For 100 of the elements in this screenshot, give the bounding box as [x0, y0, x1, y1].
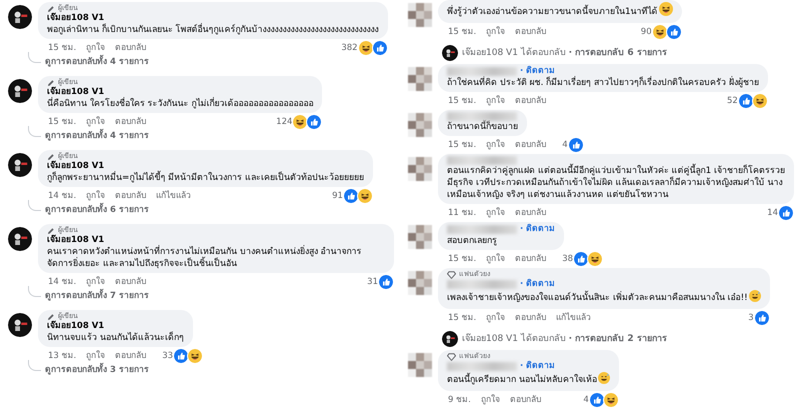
edited-label: แก้ไขแล้ว	[556, 312, 592, 324]
reaction-count[interactable]: 124	[276, 116, 292, 128]
timestamp[interactable]: 15 ชม.	[48, 116, 76, 128]
view-replies-link[interactable]: ดูการตอบกลับทั้ง 7 รายการ	[45, 290, 149, 302]
reaction-count[interactable]: 382	[341, 42, 358, 54]
follow-link[interactable]: · ติดตาม	[520, 279, 556, 290]
avatar	[8, 79, 32, 103]
laughing-face-icon	[587, 251, 604, 267]
avatar	[408, 157, 432, 181]
like-link[interactable]: ถูกใจ	[86, 42, 106, 54]
reply-link[interactable]: ตอบกลับ	[115, 276, 146, 288]
like-link[interactable]: ถูกใจ	[486, 95, 506, 107]
like-link[interactable]: ถูกใจ	[86, 116, 106, 128]
view-replies-link[interactable]: ดูการตอบกลับทั้ง 3 รายการ	[45, 364, 149, 376]
avatar	[408, 225, 432, 249]
author-name[interactable]: เจ๊มอย108 V1	[47, 235, 104, 246]
reaction-count[interactable]: 91	[332, 190, 343, 202]
reply-link[interactable]: ตอบกลับ	[515, 26, 546, 38]
like-icon	[173, 348, 190, 364]
follow-link[interactable]: · ติดตาม	[520, 361, 556, 372]
reply-link[interactable]: ตอบกลับ	[510, 394, 541, 406]
reply-link[interactable]: ตอบกลับ	[515, 312, 546, 324]
view-replies-link[interactable]: ดูการตอบกลับทั้ง 4 รายการ	[45, 130, 149, 142]
comment-text: พึ่งรู้ว่าตัวเองอ่านข้อความยาวขนาดนี้จบภายใน1นาทีได้	[447, 2, 673, 20]
like-icon	[588, 392, 605, 408]
comment-text: คนเราคาดหวังตำแหน่งหน้าที่การงานไม่เหมือนกัน บางคนตำแหน่งยิ่งสูง อำนาจการจัดการยิ่งเยอะ และลามไปถึงธุรกิจจะเป็นชิ้นเป็นอัน	[47, 246, 363, 270]
reply-link[interactable]: ตอบกลับ	[515, 207, 546, 219]
reaction-count[interactable]: 4	[562, 139, 568, 151]
like-icon	[666, 24, 682, 40]
comment-text: เพลงเจ้าชายเจ้าหญิงของใจแอนด์วันนั้นสินะ เพิ่มตัวละคนมาคือสนมนางใน เอ๋อ!!	[447, 290, 761, 306]
reply-link[interactable]: ตอบกลับ	[115, 42, 146, 54]
laughing-face-icon	[356, 188, 373, 204]
timestamp[interactable]: 14 ชม.	[48, 276, 76, 288]
timestamp[interactable]: 13 ชม.	[48, 350, 76, 362]
author-name[interactable]: เจ๊มอย108 V1	[47, 161, 104, 172]
laughing-face-icon	[292, 114, 308, 130]
comment-text: นิทานจบแร้ว นอนกันได้แล้วนะเด็กๆ	[47, 332, 184, 344]
timestamp[interactable]: 14 ชม.	[48, 190, 76, 202]
like-link[interactable]: ถูกใจ	[486, 207, 506, 219]
laughing-face-icon	[358, 40, 374, 56]
laughing-face-icon	[752, 93, 768, 109]
reply-link[interactable]: ตอบกลับ	[115, 350, 146, 362]
reply-summary-link[interactable]: เจ๊มอย108 V1 ได้ตอบกลับ · การตอบกลับ 6 รายการ	[462, 44, 667, 58]
timestamp[interactable]: 15 ชม.	[448, 26, 476, 38]
reply-link[interactable]: ตอบกลับ	[115, 116, 146, 128]
reaction-count[interactable]: 38	[562, 253, 574, 265]
timestamp[interactable]: 15 ชม.	[448, 95, 476, 107]
timestamp[interactable]: 15 ชม.	[448, 139, 476, 151]
like-link[interactable]: ถูกใจ	[480, 394, 500, 406]
author-name[interactable]: เจ๊มอย108 V1	[47, 13, 104, 24]
reply-link[interactable]: ตอบกลับ	[515, 95, 546, 107]
like-icon	[568, 137, 584, 153]
like-icon	[306, 114, 322, 130]
timestamp[interactable]: 15 ชม.	[48, 42, 76, 54]
like-link[interactable]: ถูกใจ	[86, 276, 106, 288]
reaction-count[interactable]: 4	[583, 394, 589, 406]
like-link[interactable]: ถูกใจ	[486, 26, 506, 38]
comment-text: ถ้าขนาดนี้ก็ขอบาย	[447, 121, 518, 133]
avatar	[8, 153, 32, 177]
comment-text: ถ้าใช่คนที่คิด ประวัติ ผช. ก็มีมาเรื่อยๆ สาวไปยาวๆก็เรื่องปกติในครอบครัว ฝั่งผู้ชาย	[447, 77, 759, 89]
diamond-icon	[447, 270, 456, 278]
author-name[interactable]: เจ๊มอย108 V1	[47, 321, 104, 332]
reply-link[interactable]: ตอบกลับ	[115, 190, 146, 202]
timestamp[interactable]: 15 ชม.	[448, 253, 476, 265]
view-replies-link[interactable]: ดูการตอบกลับทั้ง 6 รายการ	[45, 204, 149, 216]
reply-summary-link[interactable]: เจ๊มอย108 V1 ได้ตอบกลับ · การตอบกลับ 2 รายการ	[462, 330, 667, 344]
reaction-count[interactable]: 90	[640, 26, 652, 38]
like-link[interactable]: ถูกใจ	[486, 312, 506, 324]
avatar	[408, 3, 432, 27]
edited-label: แก้ไขแล้ว	[156, 190, 192, 202]
follow-link[interactable]: · ติดตาม	[520, 224, 556, 235]
like-link[interactable]: ถูกใจ	[486, 139, 506, 151]
timestamp[interactable]: 11 ชม.	[448, 207, 476, 219]
like-link[interactable]: ถูกใจ	[86, 190, 106, 202]
reaction-count[interactable]: 3	[748, 312, 754, 324]
follow-link[interactable]: · ติดตาม	[520, 66, 556, 77]
avatar	[408, 67, 432, 91]
reply-link[interactable]: ตอบกลับ	[515, 139, 546, 151]
reply-link[interactable]: ตอบกลับ	[515, 253, 546, 265]
reaction-count[interactable]: 14	[767, 207, 778, 219]
author-name[interactable]: เจ๊มอย108 V1	[47, 87, 104, 98]
reaction-count[interactable]: 52	[726, 95, 738, 107]
diamond-icon	[447, 352, 456, 360]
reaction-count[interactable]: 33	[162, 350, 174, 362]
view-replies-link[interactable]: ดูการตอบกลับทั้ง 4 รายการ	[45, 56, 149, 68]
pencil-icon	[47, 4, 55, 12]
like-icon	[738, 93, 754, 109]
timestamp[interactable]: 9 ชม.	[448, 394, 471, 406]
like-icon	[778, 205, 794, 221]
like-icon	[573, 251, 590, 267]
like-link[interactable]: ถูกใจ	[86, 350, 106, 362]
reaction-count[interactable]: 31	[367, 276, 378, 288]
pencil-icon	[47, 152, 55, 160]
pencil-icon	[47, 312, 55, 320]
comment-text: นี่คือนิทาน ใครโยงชื่อใคร ระวังกันนะ กูไม่เกี่ยวเด้ออออออออออออออออ	[47, 98, 314, 110]
timestamp[interactable]: 15 ชม.	[448, 312, 476, 324]
comment-text: กูก็ลูกพระยานาหมื่น=กูไม่ได้ขี้ๆ มีหน้ามีตาในวงการ และเคยเป็นตัวท้อปนะว้อยยยยย	[47, 172, 364, 184]
like-icon	[378, 274, 394, 290]
like-link[interactable]: ถูกใจ	[486, 253, 506, 265]
avatar	[442, 45, 458, 61]
